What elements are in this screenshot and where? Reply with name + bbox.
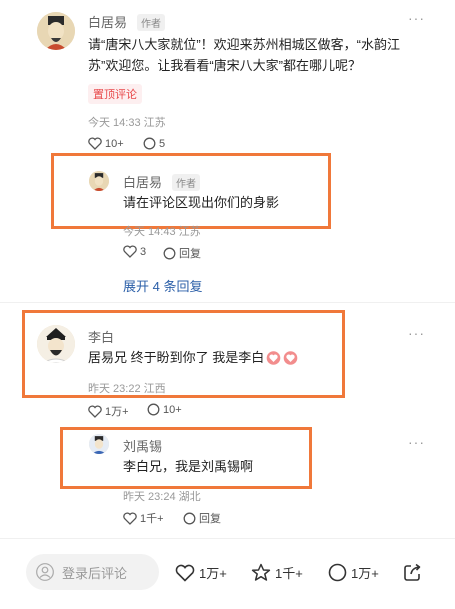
expand-replies-link[interactable]: 展开 4 条回复 — [123, 276, 202, 295]
author-badge: 作者 — [137, 14, 165, 31]
avatar-baijuyi[interactable] — [89, 171, 109, 191]
more-options-icon[interactable]: ··· — [408, 434, 425, 450]
heart-icon — [88, 137, 102, 150]
heart-emoji-icon — [283, 350, 298, 365]
reply-button[interactable]: 回复 — [183, 510, 221, 526]
reply-count-button[interactable]: 10+ — [147, 403, 182, 416]
star-icon — [251, 563, 271, 581]
repost-count: 1千+ — [275, 566, 303, 581]
reply-text: 请在评论区现出你们的身影 — [123, 195, 280, 210]
avatar-baijuyi[interactable] — [37, 12, 75, 50]
reply-label: 回复 — [179, 248, 201, 260]
reply-count: 10+ — [163, 403, 182, 416]
more-options-icon[interactable]: ··· — [408, 10, 425, 26]
comment-bubble-icon — [147, 403, 160, 416]
comment-text: 请“唐宋八大家就位”！欢迎来苏州相城区做客，“水韵江 苏”欢迎您。让我看看“唐宋… — [88, 34, 418, 76]
avatar-portrait-icon — [89, 434, 109, 454]
repost-action[interactable]: 1千+ — [251, 563, 303, 582]
reply-meta: 昨天 23:24 湖北 — [123, 491, 201, 503]
like-count: 10+ — [105, 137, 124, 150]
comment-meta: 今天 14:33 江苏 — [88, 117, 166, 129]
heart-icon — [123, 245, 137, 258]
like-count: 1万+ — [105, 406, 129, 418]
comment-text: 居易兄 终于盼到你了 我是李白 — [88, 347, 298, 368]
share-icon — [404, 563, 421, 581]
comment-bubble-icon — [143, 137, 156, 150]
heart-icon — [88, 404, 102, 418]
comment-input-placeholder: 登录后评论 — [62, 565, 128, 581]
user-avatar-icon — [36, 563, 54, 581]
like-action[interactable]: 1万+ — [175, 563, 227, 582]
reply-button[interactable]: 回复 — [163, 245, 201, 261]
like-count: 1千+ — [140, 513, 164, 525]
comment-author-name[interactable]: 李白 — [88, 327, 114, 346]
share-button[interactable] — [403, 563, 422, 582]
comment-text-line: 苏”欢迎您。让我看看“唐宋八大家”都在哪儿呢？ — [88, 58, 361, 73]
avatar-portrait-icon — [89, 171, 109, 191]
comment-author-name[interactable]: 白居易 — [88, 12, 127, 31]
comment-bubble-icon — [163, 247, 176, 259]
comment-bubble-icon — [328, 563, 347, 582]
reply-count: 5 — [159, 137, 166, 150]
reply-label: 回复 — [199, 513, 221, 525]
avatar-portrait-icon — [37, 325, 75, 363]
like-button[interactable]: 3 — [123, 245, 146, 258]
comment-action[interactable]: 1万+ — [328, 563, 379, 582]
like-button[interactable]: 10+ — [88, 137, 124, 150]
highlight-box — [51, 153, 331, 229]
heart-icon — [175, 564, 195, 582]
like-button[interactable]: 1千+ — [123, 510, 164, 526]
comment-bubble-icon — [183, 512, 196, 524]
like-count: 1万+ — [199, 566, 227, 581]
comment-text-line: 请“唐宋八大家就位”！欢迎来苏州相城区做客，“水韵江 — [88, 37, 400, 52]
reply-count-button[interactable]: 5 — [143, 137, 165, 150]
comment-input[interactable]: 登录后评论 — [26, 554, 159, 590]
heart-emoji-icon — [266, 350, 281, 365]
like-count: 3 — [140, 245, 147, 258]
avatar-portrait-icon — [37, 12, 75, 50]
comment-text-content: 居易兄 终于盼到你了 我是李白 — [88, 350, 265, 365]
heart-icon — [123, 511, 137, 525]
author-badge: 作者 — [172, 174, 200, 191]
avatar-libai[interactable] — [37, 325, 75, 363]
reply-meta: 今天 14:43 江苏 — [123, 226, 201, 238]
like-button[interactable]: 1万+ — [88, 403, 129, 419]
comment-count: 1万+ — [351, 566, 379, 581]
more-options-icon[interactable]: ··· — [408, 325, 425, 341]
reply-author-name[interactable]: 刘禹锡 — [123, 436, 162, 455]
avatar-liuyuxi[interactable] — [89, 434, 109, 454]
reply-text: 李白兄，我是刘禹锡啊 — [123, 459, 254, 474]
pinned-comment-badge: 置顶评论 — [88, 84, 142, 104]
reply-author-name[interactable]: 白居易 — [123, 172, 162, 191]
comment-meta: 昨天 23:22 江西 — [88, 383, 166, 395]
divider — [0, 302, 455, 303]
